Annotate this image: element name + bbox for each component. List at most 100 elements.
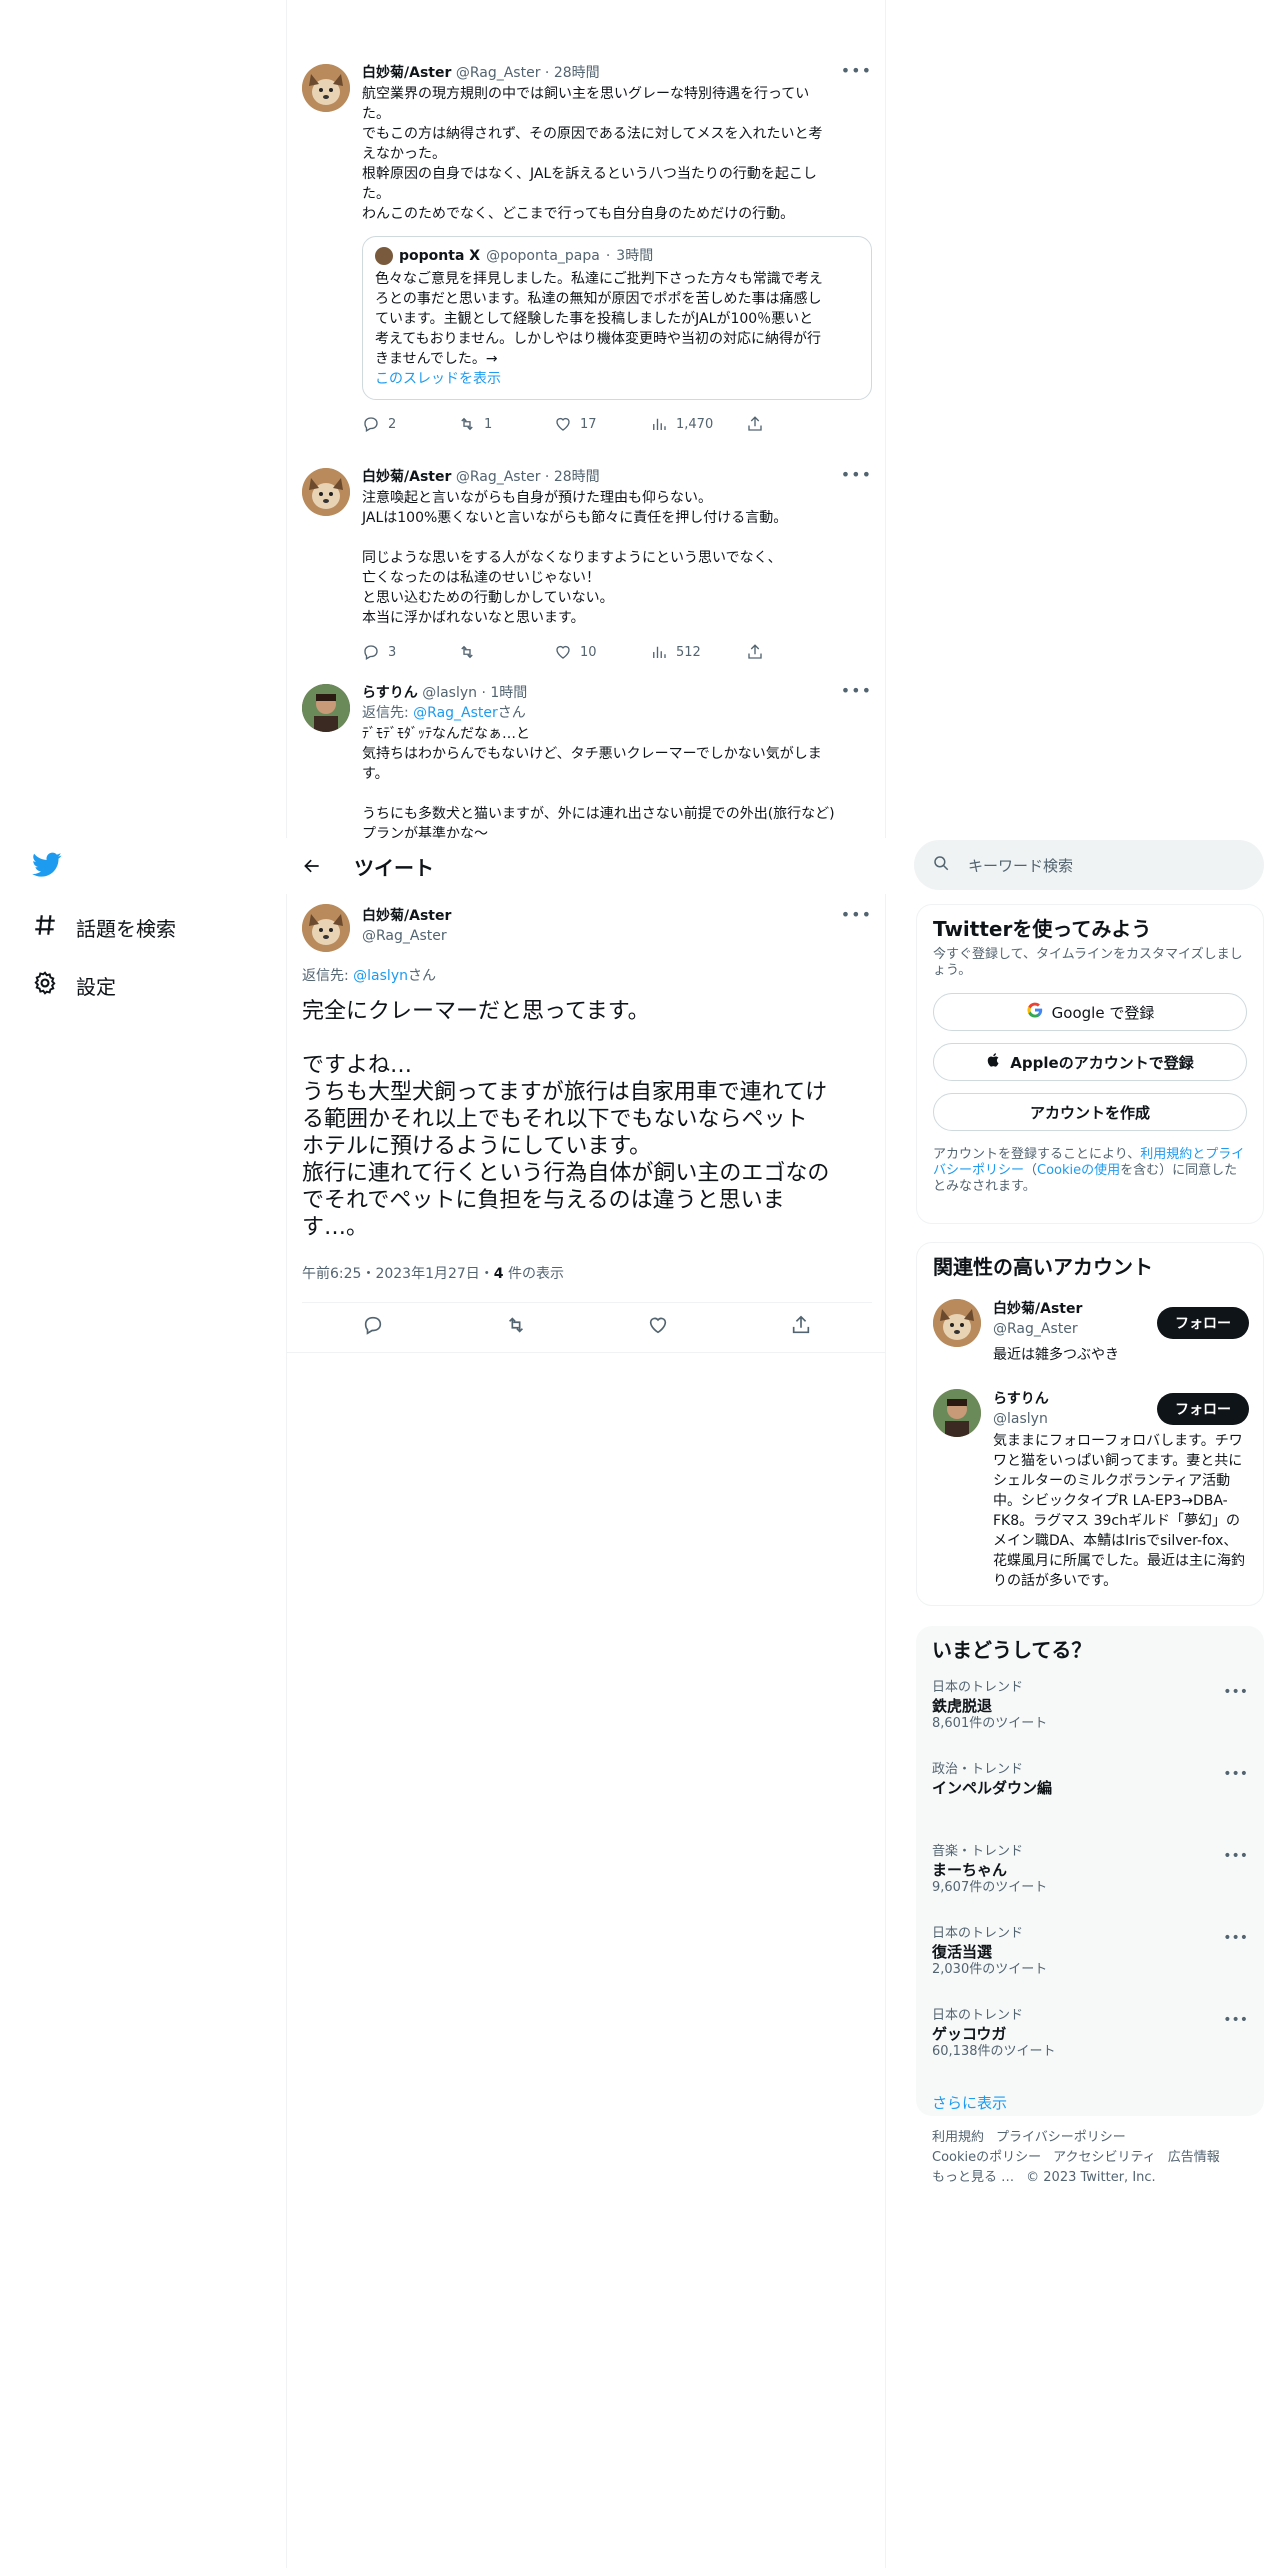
column-divider [286,0,287,2568]
nav-settings-label: 設定 [76,975,116,999]
related-title: 関連性の高いアカウント [933,1255,1153,1279]
quote-text: 色々なご意見を拝見しました。私達にご批判下さった方々も常識で考え ろとの事だと思… [375,271,823,367]
tweet-text: 航空業界の現方規則の中では飼い主を思いグレーな特別待遇を行ってい た。 でもこの… [362,86,823,222]
author-handle[interactable]: @Rag_Aster [456,469,541,485]
avatar[interactable] [302,468,350,516]
more-icon[interactable]: ••• [841,63,872,79]
avatar[interactable] [302,684,350,732]
gear-icon [32,970,58,1001]
show-thread-link[interactable]: このスレッドを表示 [375,369,859,389]
views-icon [653,418,666,430]
heart-icon[interactable] [647,1314,669,1340]
avatar[interactable] [302,904,350,952]
google-icon [1026,1001,1044,1023]
trend-category: 日本のトレンド [932,1680,1024,1695]
twitter-bird-icon[interactable] [32,852,62,882]
tweet-timestamp[interactable]: 午前6:25・2023年1月27日・ [302,1266,494,1282]
views-icon [653,646,666,658]
account-name: らすりん [993,1391,1049,1407]
search-icon [932,854,950,876]
footer-link[interactable]: アクセシビリティ [1053,2150,1156,2165]
trend-item[interactable]: 政治・トレンド インペルダウン編 ••• [916,1762,1264,1844]
retweet-button[interactable]: 1 [458,415,554,433]
author-name[interactable]: 白妙菊/Aster [362,65,451,81]
tweet-actions: 2 1 17 1,470 [362,414,872,434]
reply-prefix: 返信先: [362,705,414,721]
cookie-link[interactable]: Cookieの使用 [1037,1163,1120,1178]
reply-to-link[interactable]: @Rag_Aster [413,705,498,721]
trend-count: 2,030件のツイート [932,1962,1048,1977]
show-more-link[interactable]: さらに表示 [916,2092,1264,2113]
share-icon[interactable] [790,1314,812,1340]
footer-link[interactable]: Cookieのポリシー [932,2150,1041,2165]
retweet-icon[interactable] [505,1314,527,1340]
footer: 利用規約 プライバシーポリシー Cookieのポリシー アクセシビリティ 広告情報 も… [932,2128,1252,2188]
follow-button[interactable]: フォロー [1157,1307,1249,1339]
author-handle[interactable]: @Rag_Aster [456,65,541,81]
trend-name: ゲッコウガ [932,2025,1007,2043]
trend-name: インペルダウン編 [932,1779,1053,1797]
author-name[interactable]: 白妙菊/Aster [362,906,451,926]
footer-link[interactable]: 利用規約 [932,2130,984,2145]
trend-count: 8,601件のツイート [932,1716,1048,1731]
footer-link[interactable]: プライバシーポリシー [996,2130,1126,2145]
views-button[interactable]: 1,470 [650,415,746,433]
more-icon[interactable]: ••• [1223,1848,1248,1864]
footer-link[interactable]: 広告情報 [1168,2150,1220,2165]
tweet-time[interactable]: 1時間 [490,685,527,701]
views-button[interactable]: 512 [650,643,746,661]
google-signup-button[interactable]: Google で登録 [933,993,1247,1031]
reply-icon[interactable] [362,1314,384,1340]
more-icon[interactable]: ••• [1223,1766,1248,1782]
tweet-actions: 3 10 512 [362,642,872,662]
signup-card: Twitterを使ってみよう 今すぐ登録して、タイムラインをカスタマイズしましょ… [916,904,1264,1224]
trend-item[interactable]: 日本のトレンド 復活当選 2,030件のツイート ••• [916,1926,1264,2008]
quote-tweet[interactable]: poponta X @poponta_papa · 3時間 色々なご意見を拝見しまし… [362,236,872,400]
share-button[interactable] [746,415,842,433]
author-name[interactable]: 白妙菊/Aster [362,469,451,485]
share-icon [748,644,762,659]
nav-explore[interactable]: 話題を検索 [32,912,176,943]
trend-item[interactable]: 日本のトレンド 鉄虎脱退 8,601件のツイート ••• [916,1680,1264,1762]
signup-title: Twitterを使ってみよう [933,917,1152,941]
trend-item[interactable]: 音楽・トレンド まーちゃん 9,607件のツイート ••• [916,1844,1264,1926]
create-account-button[interactable]: アカウントを作成 [933,1093,1247,1131]
account-bio: 気ままにフォローフォロバします。チワワと猫をいっぱい飼ってます。妻と共にシェルタ… [993,1433,1245,1589]
like-button[interactable]: 17 [554,415,650,433]
follow-button[interactable]: フォロー [1157,1393,1249,1425]
reply-icon [364,645,378,660]
avatar[interactable] [933,1389,981,1437]
search-box[interactable]: キーワード検索 [914,840,1264,890]
back-arrow-icon[interactable] [302,854,326,878]
apple-signup-button[interactable]: Appleのアカウントで登録 [933,1043,1247,1081]
search-input[interactable]: キーワード検索 [968,855,1073,876]
author-name[interactable]: らすりん [362,685,418,701]
share-button[interactable] [746,643,842,661]
more-icon[interactable]: ••• [1223,1684,1248,1700]
author-handle[interactable]: @Rag_Aster [362,926,451,946]
more-icon[interactable]: ••• [841,683,872,699]
avatar[interactable] [933,1299,981,1347]
tweet-time[interactable]: 28時間 [554,469,600,485]
divider [286,1352,885,1353]
reply-to-link[interactable]: @laslyn [353,968,408,984]
nav-settings[interactable]: 設定 [32,970,116,1001]
reply-button[interactable]: 3 [362,643,458,661]
signup-legal: アカウントを登録することにより、利用規約とプライバシーポリシー（Cookieの使… [933,1147,1245,1194]
reply-button[interactable]: 2 [362,415,458,433]
retweet-button[interactable] [458,643,554,661]
account-bio: 最近は雑多つぶやき [993,1347,1119,1363]
footer-link[interactable]: もっと見る … [932,2170,1014,2185]
account-handle: @Rag_Aster [993,1321,1078,1337]
like-button[interactable]: 10 [554,643,650,661]
trend-item[interactable]: 日本のトレンド ゲッコウガ 60,138件のツイート ••• [916,2008,1264,2090]
more-icon[interactable]: ••• [841,467,872,483]
tweet-time[interactable]: 28時間 [554,65,600,81]
more-icon[interactable]: ••• [841,907,872,923]
more-icon[interactable]: ••• [1223,2012,1248,2028]
author-handle[interactable]: @laslyn [422,685,477,701]
avatar[interactable] [302,64,350,112]
more-icon[interactable]: ••• [1223,1930,1248,1946]
hashtag-icon [32,912,58,943]
google-signup-label: Google で登録 [1051,1003,1155,1022]
